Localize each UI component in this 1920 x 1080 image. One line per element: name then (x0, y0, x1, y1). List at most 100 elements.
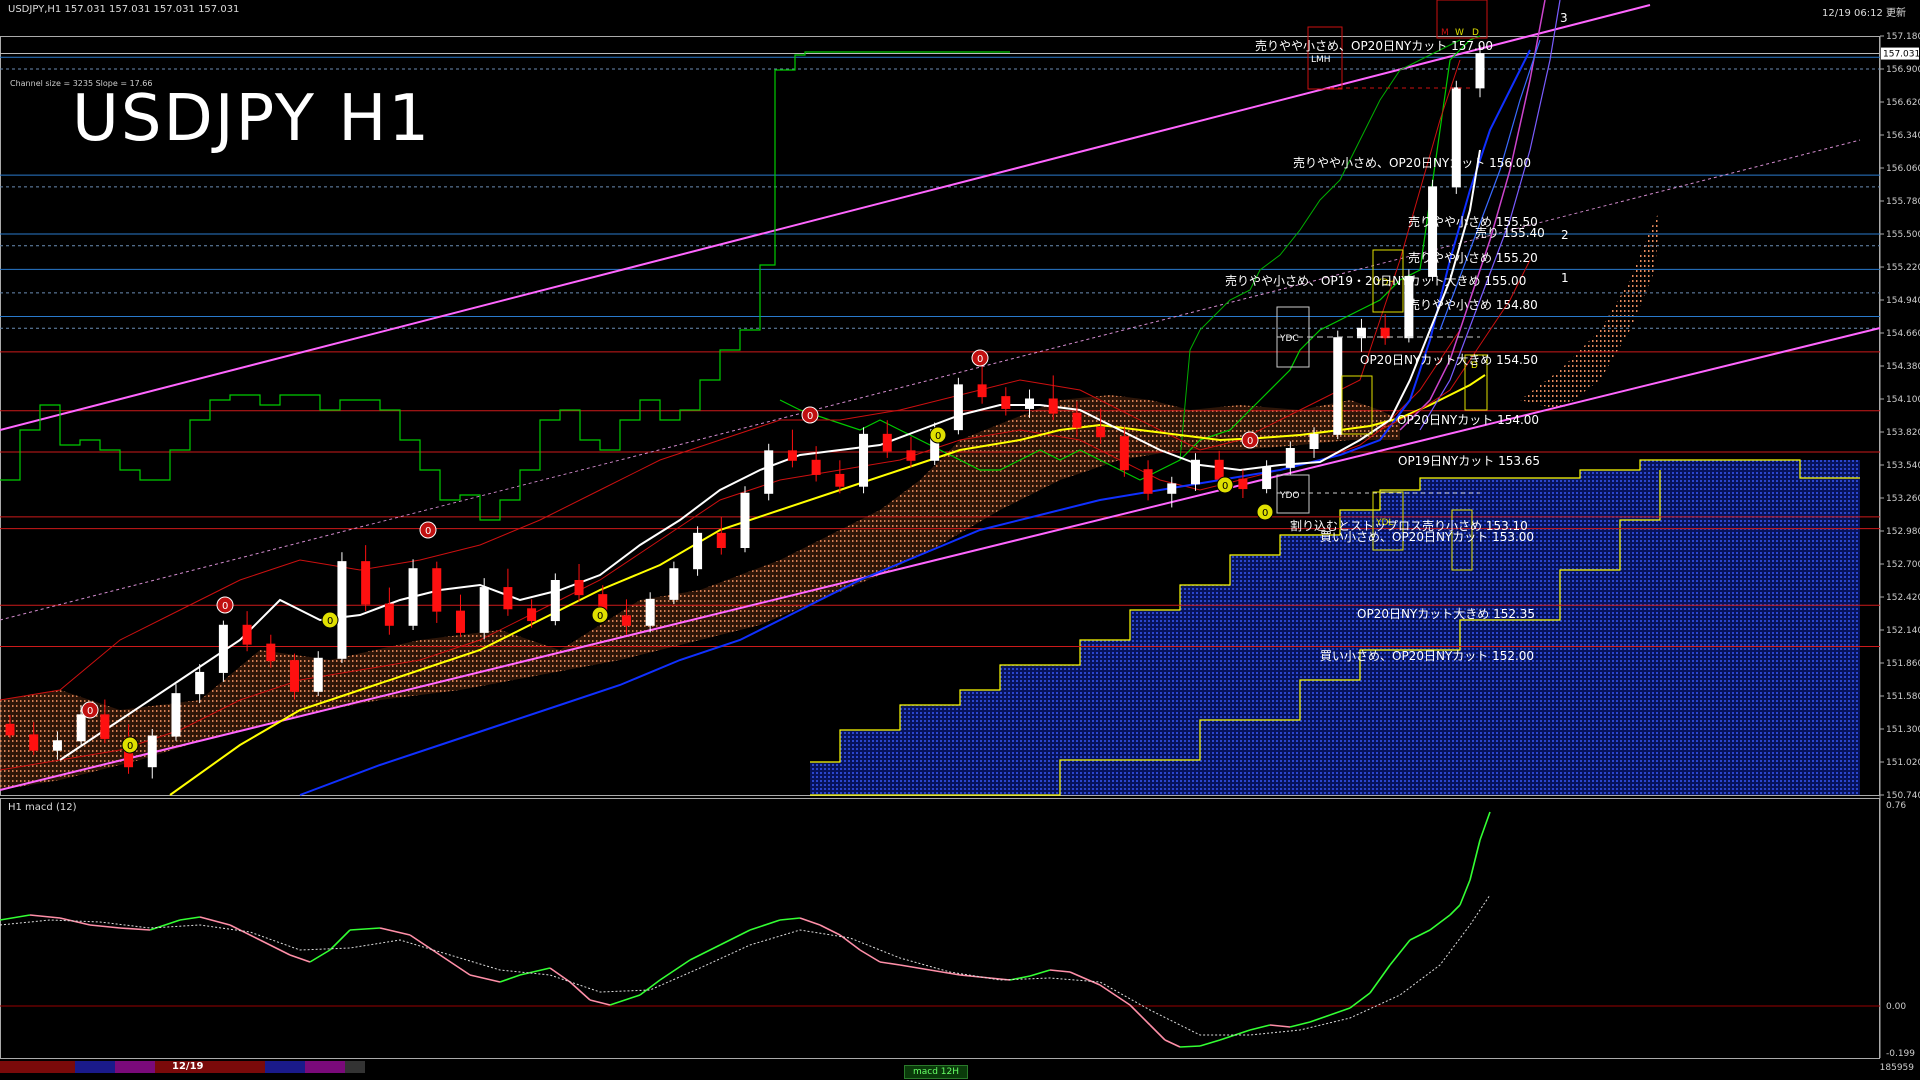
fractal-low-glyph: 0 (597, 611, 603, 622)
candle-body (1333, 337, 1343, 435)
macd-line-segment (259, 939, 291, 956)
level-annotation: 売りやや小さめ、OP19・20日NYカット大きめ 155.00 (1225, 273, 1526, 288)
candle-body (503, 587, 513, 610)
candle-body (361, 561, 371, 605)
macd-line-segment (329, 929, 351, 951)
candle-body (1356, 327, 1366, 339)
price-tick-label: 156.900 (1886, 65, 1920, 75)
macd-line-segment (1309, 1014, 1331, 1023)
candle-body (859, 433, 869, 487)
macd-line-segment (149, 919, 181, 931)
candle-body (1143, 469, 1153, 494)
candle-body (906, 450, 916, 461)
candle-body (787, 450, 797, 461)
macd-line-segment (1459, 879, 1471, 906)
chikou-span-upper (1179, 39, 1461, 461)
price-chart[interactable]: 157.180 156.900 156.620 156.340 156.060 155.7… (0, 0, 1920, 1080)
price-tick-label: 156.340 (1886, 131, 1920, 141)
macd-line-segment (589, 999, 611, 1006)
candle-body (5, 723, 15, 736)
macd-line-segment (1164, 1039, 1181, 1048)
price-tick-label: 152.980 (1886, 527, 1920, 537)
candle-body (527, 608, 537, 622)
candle-body (882, 433, 892, 452)
level-annotation: 売りやや小さめ、OP20日NYカット 157.00 (1255, 38, 1493, 53)
candle-body (1475, 53, 1485, 89)
fractal-low-glyph: 0 (1262, 508, 1268, 519)
price-tick-label: 153.540 (1886, 461, 1920, 471)
macd-line-segment (659, 959, 691, 981)
candle-body (218, 624, 228, 673)
price-tick-label: 152.700 (1886, 560, 1920, 570)
candle-body (290, 660, 300, 692)
macd-line-segment (549, 967, 571, 983)
macd-line-segment (1369, 964, 1391, 994)
price-tick-label: 157.180 (1886, 32, 1920, 42)
price-tick-label: 151.580 (1886, 692, 1920, 702)
candle-body (1309, 433, 1319, 450)
candle-body (1001, 396, 1011, 409)
chart-window: 157.180 156.900 156.620 156.340 156.060 155.7… (0, 0, 1920, 1080)
macd-line-segment (1149, 1024, 1166, 1041)
candle-body (1072, 412, 1082, 428)
candle-body (432, 568, 442, 612)
level-annotation: OP20日NYカット大きめ 152.35 (1357, 607, 1535, 621)
macd-line-segment (1069, 971, 1101, 986)
candle-body (1214, 459, 1224, 480)
w-label: W (1455, 28, 1464, 38)
candle-body (1262, 466, 1272, 490)
lmh-label: LMH (1311, 55, 1331, 65)
candle-body (669, 568, 679, 600)
candle-body (835, 473, 845, 487)
price-tick-label: 156.060 (1886, 164, 1920, 174)
macd-line-segment (309, 949, 331, 963)
fractal-low-glyph: 0 (1222, 481, 1228, 492)
candle-body (242, 624, 252, 645)
macd-axis-label: 0.76 (1886, 801, 1906, 811)
candle-body (1451, 87, 1461, 188)
price-tick-label: 156.620 (1886, 98, 1920, 108)
price-tick-label: 155.780 (1886, 197, 1920, 207)
kumo-orange-future (1520, 210, 1660, 410)
ydc-label: YDC (1279, 334, 1299, 344)
fractal-low-glyph: 0 (127, 741, 133, 752)
macd-line-segment (499, 974, 521, 983)
macd-line-segment (1029, 969, 1051, 977)
macd-line-segment (1199, 1039, 1221, 1047)
level-annotation: 売りやや小さめ 154.80 (1408, 297, 1538, 312)
fractal-high-glyph: 0 (977, 354, 983, 365)
price-tick-label: 152.140 (1886, 626, 1920, 636)
candle-body (52, 740, 62, 751)
macd-line-segment (229, 924, 261, 941)
candle-body (1167, 483, 1177, 494)
fractal-high-glyph: 0 (87, 706, 93, 717)
macd-signal-line (0, 894, 1491, 1036)
level-annotation: OP19日NYカット 153.65 (1398, 454, 1540, 468)
m-label: M (1441, 28, 1449, 38)
macd-line-segment (1249, 1024, 1271, 1031)
candle-body (645, 598, 655, 626)
candle-body (1238, 478, 1248, 490)
level-annotation: 売りやや小さめ、OP20日NYカット 156.00 (1293, 155, 1531, 170)
candle-body (621, 615, 631, 626)
candle-body (740, 492, 750, 548)
candle-body (574, 580, 584, 596)
macd-line-segment (1469, 839, 1481, 881)
price-tick-label: 155.500 (1886, 230, 1920, 240)
macd-tab[interactable]: macd 12H (904, 1065, 968, 1079)
macd-axis-label: -0.199 (1886, 1049, 1915, 1059)
level-annotation: OP20日NYカット大きめ 154.50 (1360, 353, 1538, 367)
macd-line-segment (199, 916, 231, 926)
macd-line-segment (379, 927, 411, 936)
corner-value: 185959 (1879, 1063, 1914, 1073)
macd-line-segment (1329, 1007, 1351, 1016)
candle-body (1190, 459, 1200, 485)
macd-line-segment (1289, 1021, 1311, 1028)
macd-line-segment (289, 954, 311, 963)
macd-line-segment (929, 969, 961, 976)
macd-line-segment (569, 981, 591, 1001)
macd-pane-border (0, 798, 1880, 1059)
candle-body (195, 671, 205, 695)
macd-line-segment (1479, 811, 1491, 841)
candle-body (408, 568, 418, 626)
